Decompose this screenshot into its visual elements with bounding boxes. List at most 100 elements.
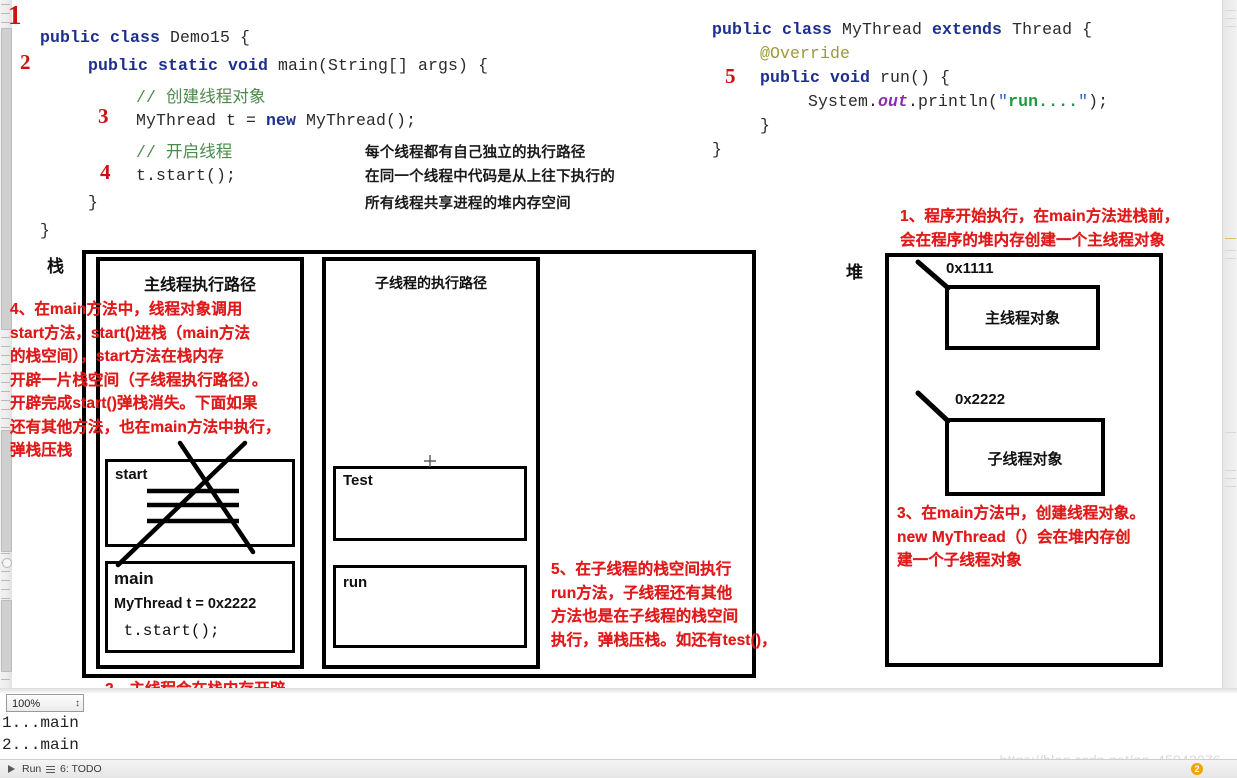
- run-icon[interactable]: [8, 765, 15, 773]
- scrollbar-marker: [1225, 470, 1236, 471]
- code-token: // 开启线程: [136, 143, 233, 162]
- code-line[interactable]: }: [40, 221, 50, 240]
- status-bar: Run 6: TODO 2: [0, 759, 1237, 778]
- code-token: out: [878, 92, 909, 111]
- heap-addr-1: 0x1111: [946, 260, 994, 277]
- code-token: main(String[] args) {: [278, 55, 489, 75]
- code-token: }: [88, 193, 99, 212]
- heap-label: 堆: [846, 263, 863, 282]
- scrollbar-marker: [1225, 250, 1236, 251]
- gutter-tick: [1, 427, 10, 428]
- scrollbar-marker: [1225, 486, 1236, 487]
- code-token: @Override: [760, 44, 851, 63]
- gutter-tick: [1, 373, 10, 374]
- gutter-tick: [1, 679, 10, 680]
- black-note-1: 在同一个线程中代码是从上往下执行的: [365, 169, 615, 185]
- black-note-0: 每个线程都有自己独立的执行路径: [365, 145, 586, 161]
- editor-right-scrollbar[interactable]: [1222, 0, 1237, 690]
- step-marker-4: 4: [100, 160, 111, 184]
- code-token: run() {: [880, 68, 951, 87]
- todo-list-icon: [46, 766, 55, 773]
- code-line[interactable]: public class Demo15 {: [40, 28, 250, 47]
- code-line[interactable]: // 开启线程: [136, 138, 232, 162]
- code-token: public class: [40, 28, 171, 47]
- stack-frame-run-label: run: [343, 574, 368, 591]
- code-line[interactable]: t.start();: [136, 166, 236, 185]
- console-line: 2...main: [2, 736, 79, 754]
- gutter-tick: [1, 400, 10, 401]
- black-note-2: 所有线程共享进程的堆内存空间: [365, 196, 571, 212]
- gutter-tick: [1, 382, 10, 383]
- red-note-3: 3、在main方法中，创建线程对象。 new MyThread（）会在堆内存创 …: [897, 505, 1146, 569]
- code-token: }: [40, 220, 51, 240]
- status-run-label[interactable]: Run: [22, 763, 41, 775]
- red-note-4: 4、在main方法中，线程对象调用 start方法，start()进栈（main…: [10, 301, 281, 459]
- code-token: System.: [808, 92, 879, 111]
- stack-frame-main-line1: MyThread t = 0x2222: [114, 596, 257, 612]
- code-line[interactable]: public class MyThread extends Thread {: [712, 20, 1092, 39]
- child-thread-path-title: 子线程的执行路径: [375, 275, 487, 291]
- code-token: new: [266, 110, 307, 130]
- status-todo-label[interactable]: 6: TODO: [60, 763, 102, 775]
- scrollbar-marker: [1225, 18, 1236, 19]
- heap-object-child-thread-label: 子线程对象: [987, 451, 1063, 468]
- stack-frame-start-label: start: [115, 466, 148, 483]
- stack-frame-main-line2: t.start();: [114, 622, 220, 640]
- code-token: MyThread();: [306, 110, 417, 130]
- chevron-updown-icon: ↕: [75, 698, 80, 709]
- code-token: public static void: [88, 55, 279, 75]
- code-token: }: [712, 140, 723, 159]
- code-token: MyThread: [842, 20, 933, 39]
- code-token: .println(: [908, 92, 999, 111]
- gutter-tick: [1, 337, 10, 338]
- gutter-tick: [1, 589, 10, 590]
- code-token: Thread {: [1012, 20, 1093, 39]
- notification-badge[interactable]: 2: [1191, 763, 1203, 775]
- gutter-tick: [1, 355, 10, 356]
- console-divider: [0, 688, 1237, 694]
- screenshot-root: public class Demo15 { public static void …: [0, 0, 1237, 778]
- code-line[interactable]: public static void main(String[] args) {: [88, 56, 488, 75]
- code-token: run....: [1008, 92, 1079, 111]
- gutter-tick: [1, 391, 10, 392]
- code-line[interactable]: @Override: [760, 44, 850, 63]
- code-token: public void: [760, 68, 881, 87]
- step-marker-1: 1: [8, 0, 22, 30]
- scrollbar-marker: [1225, 258, 1236, 259]
- red-note-5: 5、在子线程的栈空间执行 run方法，子线程还有其他 方法也是在子线程的栈空间 …: [551, 561, 777, 649]
- code-token: ": [1078, 92, 1089, 111]
- gutter-scroll-thumb[interactable]: [1, 600, 12, 672]
- heap-addr-2: 0x2222: [955, 391, 1006, 408]
- code-line[interactable]: public void run() {: [760, 68, 950, 87]
- code-token: extends: [932, 20, 1013, 39]
- gutter-tick: [1, 553, 10, 554]
- code-token: );: [1088, 92, 1109, 111]
- code-token: MyThread t =: [136, 110, 267, 130]
- zoom-level-select[interactable]: 100% ↕: [6, 694, 84, 712]
- gutter-tick: [1, 346, 10, 347]
- code-token: // 创建线程对象: [136, 88, 266, 107]
- stack-frame-main-label: main: [114, 569, 154, 588]
- breakpoint-dot-icon[interactable]: [2, 558, 12, 568]
- step-marker-2: 2: [20, 50, 31, 74]
- scrollbar-marker: [1225, 26, 1236, 27]
- zoom-level-value: 100%: [12, 698, 41, 710]
- console-line: 1...main: [2, 714, 79, 732]
- gutter-scroll-thumb[interactable]: [1, 28, 12, 330]
- gutter-tick: [1, 418, 10, 419]
- code-token: t.start();: [136, 165, 237, 185]
- code-line[interactable]: }: [88, 193, 98, 212]
- red-note-1: 1、程序开始执行，在main方法进栈前， 会在程序的堆内存创建一个主线程对象: [900, 208, 1180, 249]
- code-token: Demo15 {: [170, 28, 251, 47]
- gutter-tick: [1, 571, 10, 572]
- step-marker-3: 3: [98, 104, 109, 128]
- code-line[interactable]: }: [712, 140, 722, 159]
- code-token: ": [998, 92, 1009, 111]
- main-thread-path-title: 主线程执行路径: [143, 277, 256, 294]
- code-line[interactable]: MyThread t = new MyThread();: [136, 111, 416, 130]
- heap-object-main-thread-label: 主线程对象: [984, 310, 1060, 327]
- code-line[interactable]: // 创建线程对象: [136, 83, 266, 107]
- code-line[interactable]: System.out.println("run....");: [808, 92, 1108, 111]
- gutter-tick: [1, 580, 10, 581]
- code-line[interactable]: }: [760, 116, 770, 135]
